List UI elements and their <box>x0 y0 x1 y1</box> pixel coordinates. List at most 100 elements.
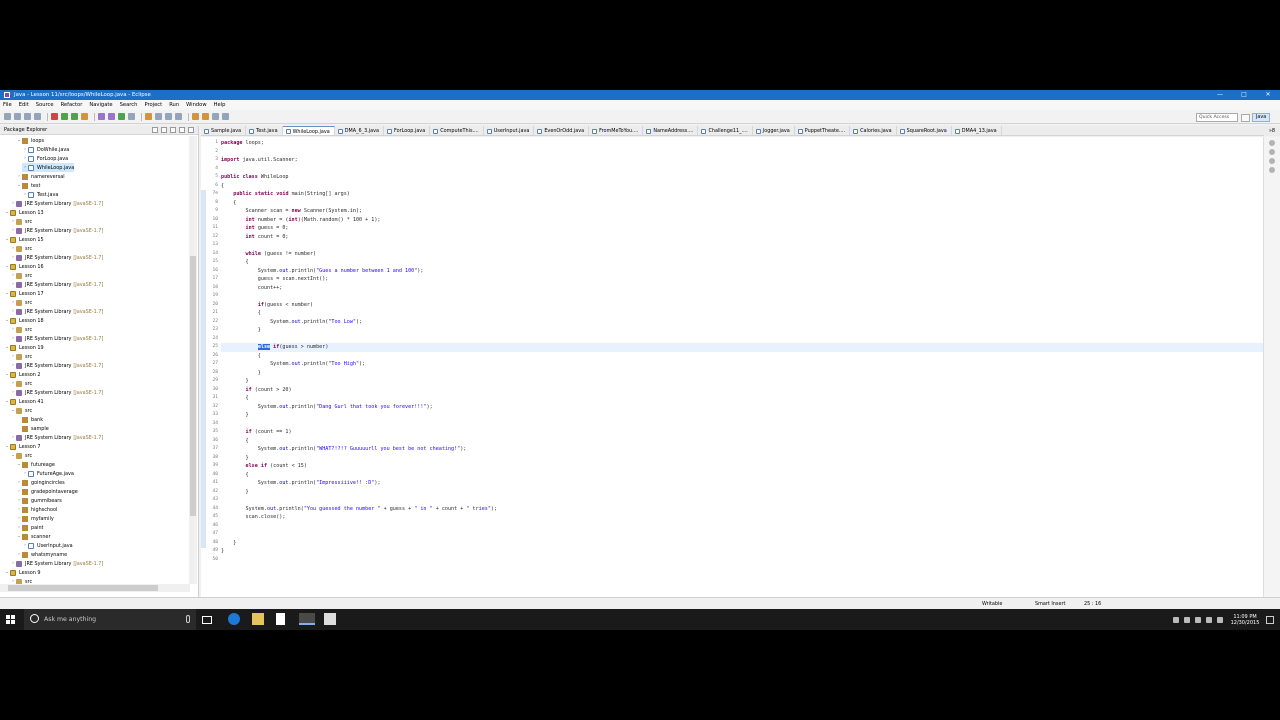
menu-edit[interactable]: Edit <box>19 102 29 108</box>
keyboard-icon[interactable] <box>1217 616 1223 623</box>
editor-tab[interactable]: WhileLoop.java <box>282 126 335 135</box>
code-line[interactable]: int guess = 0; <box>221 224 289 233</box>
tree-item[interactable]: › goingincircles <box>16 478 65 487</box>
menu-help[interactable]: Help <box>214 102 226 108</box>
code-line[interactable]: { <box>221 352 261 361</box>
tab-overflow-button[interactable]: »8 <box>1264 126 1280 136</box>
back-icon[interactable] <box>212 113 219 120</box>
microphone-icon[interactable] <box>186 615 190 623</box>
open-perspective-icon[interactable] <box>1241 113 1250 122</box>
code-line[interactable]: public class WhileLoop <box>221 173 289 182</box>
editor-tab[interactable]: Test.java <box>246 126 283 135</box>
tree-item[interactable]: › ForLoop.java <box>22 154 68 163</box>
code-line[interactable]: System.out.println("Too Low"); <box>221 318 362 327</box>
editor-tab[interactable]: Challenge11_.... <box>698 126 753 135</box>
editor-tab[interactable]: Sample.java <box>201 126 247 135</box>
menu-file[interactable]: File <box>3 102 12 108</box>
tree-item[interactable]: ⌄ src <box>10 406 32 415</box>
volume-icon[interactable] <box>1195 616 1201 623</box>
code-line[interactable]: scan.close(); <box>221 513 286 522</box>
tree-item[interactable]: › WhileLoop.java <box>22 163 75 172</box>
quick-access-input[interactable]: Quick Access <box>1196 113 1238 122</box>
code-line[interactable]: } <box>221 377 249 386</box>
menu-navigate[interactable]: Navigate <box>89 102 112 108</box>
tree-item[interactable]: › JRE System Library [JavaSE-1.7] <box>10 433 103 442</box>
chevron-up-icon[interactable] <box>1173 616 1179 623</box>
toggle-mark-occurrences-icon[interactable] <box>155 113 162 120</box>
menu-project[interactable]: Project <box>144 102 162 108</box>
external-tools-icon[interactable] <box>81 113 88 120</box>
maximize-button[interactable]: □ <box>1232 90 1256 100</box>
print-icon[interactable] <box>34 113 41 120</box>
tree-item[interactable]: ⌄ Lesson 17 <box>4 289 44 298</box>
link-with-editor-icon[interactable] <box>161 127 167 133</box>
store-icon[interactable] <box>276 613 285 625</box>
code-line[interactable]: else if(guess > number) <box>221 343 328 352</box>
tree-item[interactable]: › JRE System Library [JavaSE-1.7] <box>10 559 103 568</box>
tree-item[interactable]: › JRE System Library [JavaSE-1.7] <box>10 388 103 397</box>
tree-item[interactable]: › gradepointaverage <box>16 487 78 496</box>
tree-item[interactable]: ⌄ Lesson 7 <box>4 442 41 451</box>
tree-item[interactable]: sample <box>16 424 49 433</box>
problems-icon[interactable] <box>1269 149 1275 155</box>
menu-source[interactable]: Source <box>36 102 54 108</box>
code-line[interactable]: if (count == 1) <box>221 428 292 437</box>
new-java-project-icon[interactable] <box>98 113 105 120</box>
code-line[interactable]: } <box>221 326 261 335</box>
network-icon[interactable] <box>1184 616 1190 623</box>
new-icon[interactable] <box>4 113 11 120</box>
tree-item[interactable]: › myfamily <box>16 514 54 523</box>
eclipse-taskbar-icon[interactable] <box>299 613 315 625</box>
tree-item[interactable]: › src <box>10 271 32 280</box>
code-line[interactable]: import java.util.Scanner; <box>221 156 298 165</box>
code-line[interactable]: if(guess < number) <box>221 301 313 310</box>
code-line[interactable]: Scanner scan = new Scanner(System.in); <box>221 207 363 216</box>
show-whitespace-icon[interactable] <box>175 113 182 120</box>
forward-icon[interactable] <box>222 113 229 120</box>
code-line[interactable]: count++; <box>221 284 283 293</box>
code-line[interactable]: System.out.println("WHAT?!?!? Guuuuurll … <box>221 445 467 454</box>
tree-item[interactable]: › paint <box>16 523 43 532</box>
editor-tab[interactable]: PuppetTheate.... <box>795 126 851 135</box>
editor-tab[interactable]: EvenOrOdd.java <box>534 126 590 135</box>
tree-item[interactable]: ⌄ Lesson 16 <box>4 262 44 271</box>
editor-tab[interactable]: FromMeToYou.... <box>589 126 644 135</box>
code-line[interactable]: System.out.println("Impressiiive!! :D"); <box>221 479 381 488</box>
windows-start-icon[interactable] <box>6 615 15 624</box>
new-package-icon[interactable] <box>108 113 115 120</box>
tree-item[interactable]: › JRE System Library [JavaSE-1.7] <box>10 226 103 235</box>
editor-tab[interactable]: ComputeThis.... <box>430 126 484 135</box>
tree-item[interactable]: bank <box>16 415 43 424</box>
code-line[interactable]: } <box>221 547 224 556</box>
new-class-icon[interactable] <box>118 113 125 120</box>
collapse-all-icon[interactable] <box>152 127 158 133</box>
terminal-taskbar-icon[interactable] <box>324 613 336 625</box>
close-button[interactable]: ✕ <box>1256 90 1280 100</box>
skip-breakpoints-icon[interactable] <box>51 113 58 120</box>
tree-item[interactable]: › JRE System Library [JavaSE-1.7] <box>10 199 103 208</box>
code-line[interactable]: } <box>221 488 249 497</box>
battery-icon[interactable] <box>1206 616 1212 623</box>
tree-item[interactable]: › gummibears <box>16 496 62 505</box>
code-line[interactable]: { <box>221 182 224 191</box>
code-line[interactable]: System.out.println("You guessed the numb… <box>221 505 498 514</box>
code-line[interactable]: } <box>221 454 249 463</box>
code-line[interactable]: { <box>221 471 249 480</box>
code-line[interactable]: System.out.println("Dang Gurl that took … <box>221 403 433 412</box>
block-selection-icon[interactable] <box>165 113 172 120</box>
code-line[interactable]: guess = scan.nextInt(); <box>221 275 329 284</box>
tree-item[interactable]: ⌄ src <box>10 451 32 460</box>
code-line[interactable]: System.out.println("Gues a number betwee… <box>221 267 424 276</box>
minimize-view-icon[interactable] <box>179 127 185 133</box>
file-explorer-icon[interactable] <box>252 613 264 625</box>
tree-item[interactable]: › Test.java <box>22 190 58 199</box>
tree-item[interactable]: ⌄ Lesson 18 <box>4 316 44 325</box>
tree-item[interactable]: › UserInput.java <box>22 541 73 550</box>
task-view-icon[interactable] <box>202 616 212 624</box>
scroll-thumb[interactable] <box>190 256 196 516</box>
code-line[interactable]: { <box>221 437 249 446</box>
tree-item[interactable]: › FutureAge.java <box>22 469 74 478</box>
tree-item[interactable]: › namereversal <box>16 172 65 181</box>
tree-item[interactable]: › DoWhile.java <box>22 145 69 154</box>
view-menu-icon[interactable] <box>170 127 176 133</box>
